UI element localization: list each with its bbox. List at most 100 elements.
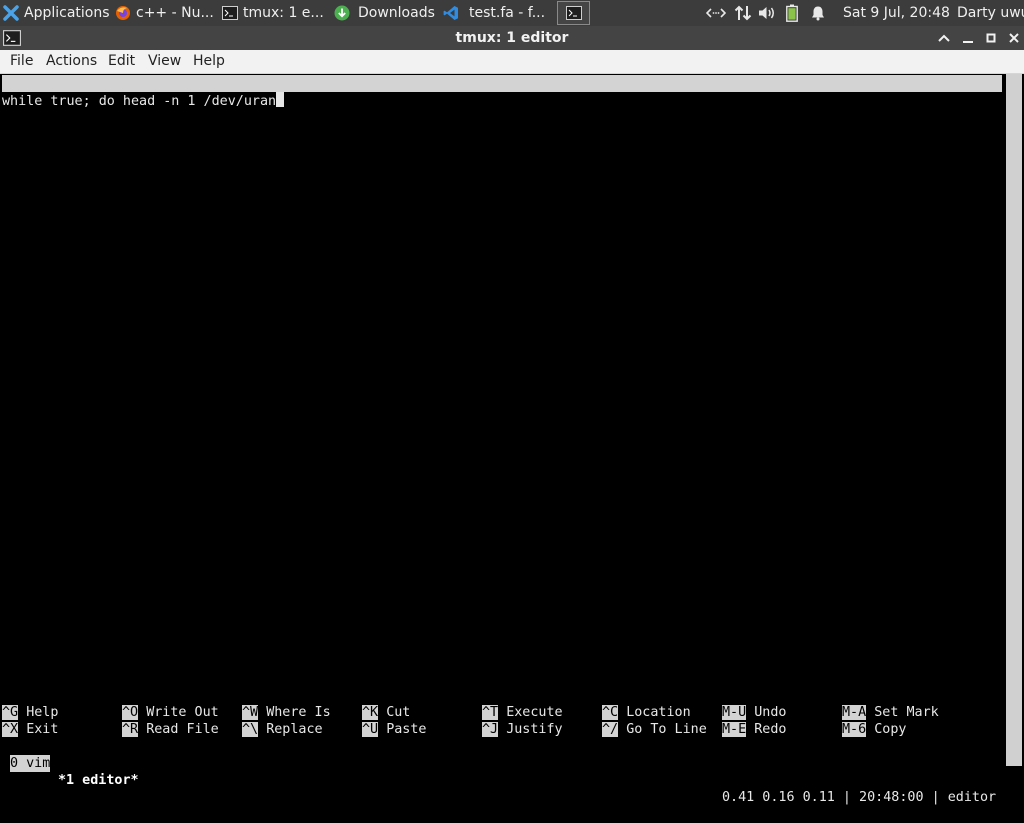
shortcut-label: Undo bbox=[754, 705, 787, 720]
shortcut-redo[interactable]: M-E Redo bbox=[722, 721, 787, 738]
terminal-area[interactable]: GNU nano 6.2 /tmp/bash-fc.n0XZne * while… bbox=[2, 74, 1002, 805]
xfce-logo-icon bbox=[3, 5, 19, 21]
shortcut-label: Paste bbox=[386, 722, 427, 737]
menu-actions[interactable]: Actions bbox=[46, 53, 97, 69]
taskbar-item-label: test.fa - f... bbox=[469, 5, 546, 21]
shortcut-key: ^T bbox=[482, 705, 499, 720]
shortcut-key: ^X bbox=[2, 722, 19, 737]
minimize-button[interactable] bbox=[960, 30, 976, 46]
shortcut-key: ^K bbox=[362, 705, 379, 720]
shortcut-key: ^\ bbox=[242, 722, 259, 737]
menu-view[interactable]: View bbox=[148, 53, 181, 69]
taskbar-item-label: Downloads bbox=[358, 5, 435, 21]
clock-text: Sat 9 Jul, 20:48 bbox=[843, 5, 950, 21]
shortcut-label: Cut bbox=[386, 705, 411, 720]
menu-edit[interactable]: Edit bbox=[108, 53, 135, 69]
system-tray bbox=[706, 0, 826, 26]
shortcut-key: ^G bbox=[2, 705, 19, 720]
terminal-icon bbox=[565, 6, 582, 20]
menu-help[interactable]: Help bbox=[193, 53, 225, 69]
download-icon bbox=[334, 5, 350, 21]
tmux-window-1-active[interactable]: *1 editor* bbox=[58, 772, 139, 789]
shortcut-label: Redo bbox=[754, 722, 787, 737]
close-button[interactable] bbox=[1006, 30, 1022, 46]
shortcut-key: ^W bbox=[242, 705, 259, 720]
window-titlebar[interactable]: tmux: 1 editor bbox=[0, 26, 1024, 50]
shortcut-cut[interactable]: ^K Cut bbox=[362, 704, 410, 721]
notification-bell-icon[interactable] bbox=[810, 5, 826, 21]
vscode-icon bbox=[443, 6, 458, 20]
editor-line-text: while true; do head -n 1 /dev/uran bbox=[2, 94, 277, 109]
shortcut-key: ^C bbox=[602, 705, 619, 720]
shortcut-justify[interactable]: ^J Justify bbox=[482, 721, 563, 738]
shortcut-replace[interactable]: ^\ Replace bbox=[242, 721, 323, 738]
shortcut-key: ^O bbox=[122, 705, 139, 720]
shortcut-label: Exit bbox=[26, 722, 59, 737]
shortcut-key: ^R bbox=[122, 722, 139, 737]
shortcut-label: Set Mark bbox=[874, 705, 939, 720]
nano-filename: /tmp/bash-fc.n0XZne * bbox=[443, 110, 613, 125]
shortcut-key: M-E bbox=[722, 722, 747, 737]
shortcut-help[interactable]: ^G Help bbox=[2, 704, 58, 721]
battery-icon[interactable] bbox=[786, 4, 798, 22]
shortcut-where-is[interactable]: ^W Where Is bbox=[242, 704, 331, 721]
clock[interactable]: Sat 9 Jul, 20:48 bbox=[843, 1, 950, 25]
nano-header: GNU nano 6.2 /tmp/bash-fc.n0XZne * bbox=[2, 75, 1002, 125]
taskbar-item-vscode[interactable]: test.fa - f... bbox=[440, 1, 552, 25]
user-menu[interactable]: Darty uwu bbox=[957, 1, 1024, 25]
tmux-status-right: 0.41 0.16 0.11 | 20:48:00 | editor bbox=[722, 790, 997, 805]
shortcut-write-out[interactable]: ^O Write Out bbox=[122, 704, 219, 721]
shortcut-label: Help bbox=[26, 705, 59, 720]
user-name: Darty uwu bbox=[957, 5, 1024, 21]
taskbar-item-firefox[interactable]: c++ - Nu... bbox=[112, 1, 216, 25]
shortcut-execute[interactable]: ^T Execute bbox=[482, 704, 563, 721]
shortcut-label: Replace bbox=[266, 722, 323, 737]
maximize-icon bbox=[986, 33, 996, 43]
network-transfer-icon[interactable] bbox=[734, 4, 752, 22]
shortcut-key: ^/ bbox=[602, 722, 619, 737]
text-cursor bbox=[276, 92, 285, 107]
shortcut-label: Justify bbox=[506, 722, 563, 737]
shortcut-label: Read File bbox=[146, 722, 219, 737]
terminal-icon bbox=[222, 6, 238, 20]
tmux-status-bar: 0 vim *1 editor* 0.41 0.16 0.11 | 20:48:… bbox=[2, 738, 1002, 805]
shortcut-exit[interactable]: ^X Exit bbox=[2, 721, 58, 738]
shortcut-label: Where Is bbox=[266, 705, 331, 720]
maximize-button[interactable] bbox=[983, 30, 999, 46]
shade-button[interactable] bbox=[936, 30, 952, 46]
menubar: File Actions Edit View Help bbox=[0, 50, 1024, 74]
minimize-icon bbox=[963, 41, 973, 43]
editor-line[interactable]: while true; do head -n 1 /dev/uran bbox=[2, 92, 285, 109]
shortcut-label: Go To Line bbox=[626, 722, 707, 737]
shortcut-copy[interactable]: M-6 Copy bbox=[842, 721, 907, 738]
shortcut-undo[interactable]: M-U Undo bbox=[722, 704, 787, 721]
terminal-scrollbar[interactable] bbox=[1006, 74, 1022, 766]
taskbar-item-tmux[interactable]: tmux: 1 e... bbox=[219, 1, 329, 25]
network-wired-icon[interactable] bbox=[706, 5, 726, 21]
window-title: tmux: 1 editor bbox=[455, 30, 569, 46]
shortcut-key: M-6 bbox=[842, 722, 867, 737]
shortcut-set-mark[interactable]: M-A Set Mark bbox=[842, 704, 939, 721]
shortcut-paste[interactable]: ^U Paste bbox=[362, 721, 427, 738]
shortcut-key: ^U bbox=[362, 722, 379, 737]
top-panel: Applications ≡ c++ - Nu... tmux: 1 e... … bbox=[0, 0, 1024, 26]
firefox-icon bbox=[116, 6, 130, 20]
applications-label: Applications bbox=[24, 5, 110, 21]
shortcut-key: M-A bbox=[842, 705, 867, 720]
shortcut-location[interactable]: ^C Location bbox=[602, 704, 691, 721]
shortcut-label: Execute bbox=[506, 705, 563, 720]
tmux-window-0[interactable]: 0 vim bbox=[10, 755, 51, 772]
shortcut-key: ^J bbox=[482, 722, 499, 737]
taskbar-item-label: c++ - Nu... bbox=[136, 5, 214, 21]
taskbar-item-downloads[interactable]: Downloads bbox=[331, 1, 437, 25]
menu-file[interactable]: File bbox=[10, 53, 33, 69]
volume-icon[interactable] bbox=[758, 5, 776, 21]
applications-menu-button[interactable]: Applications ≡ bbox=[0, 1, 110, 25]
shortcut-label: Copy bbox=[874, 722, 907, 737]
taskbar-item-label: tmux: 1 e... bbox=[243, 5, 324, 21]
chevron-up-icon bbox=[938, 34, 950, 42]
taskbar-item-active-terminal[interactable] bbox=[557, 1, 590, 25]
shortcut-go-to-line[interactable]: ^/ Go To Line bbox=[602, 721, 707, 738]
close-icon bbox=[1009, 33, 1019, 43]
shortcut-read-file[interactable]: ^R Read File bbox=[122, 721, 219, 738]
